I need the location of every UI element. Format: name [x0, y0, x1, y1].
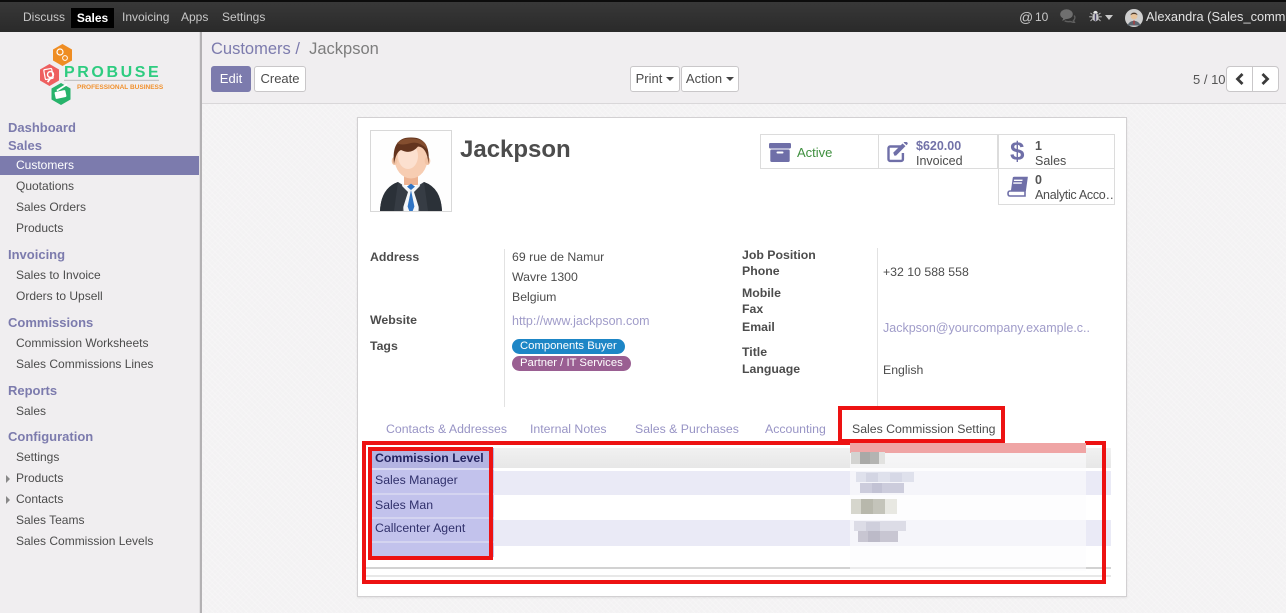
svg-text:PROBUSE: PROBUSE: [64, 64, 161, 81]
svg-text:PROFESSIONAL BUSINESS: PROFESSIONAL BUSINESS: [77, 84, 164, 91]
